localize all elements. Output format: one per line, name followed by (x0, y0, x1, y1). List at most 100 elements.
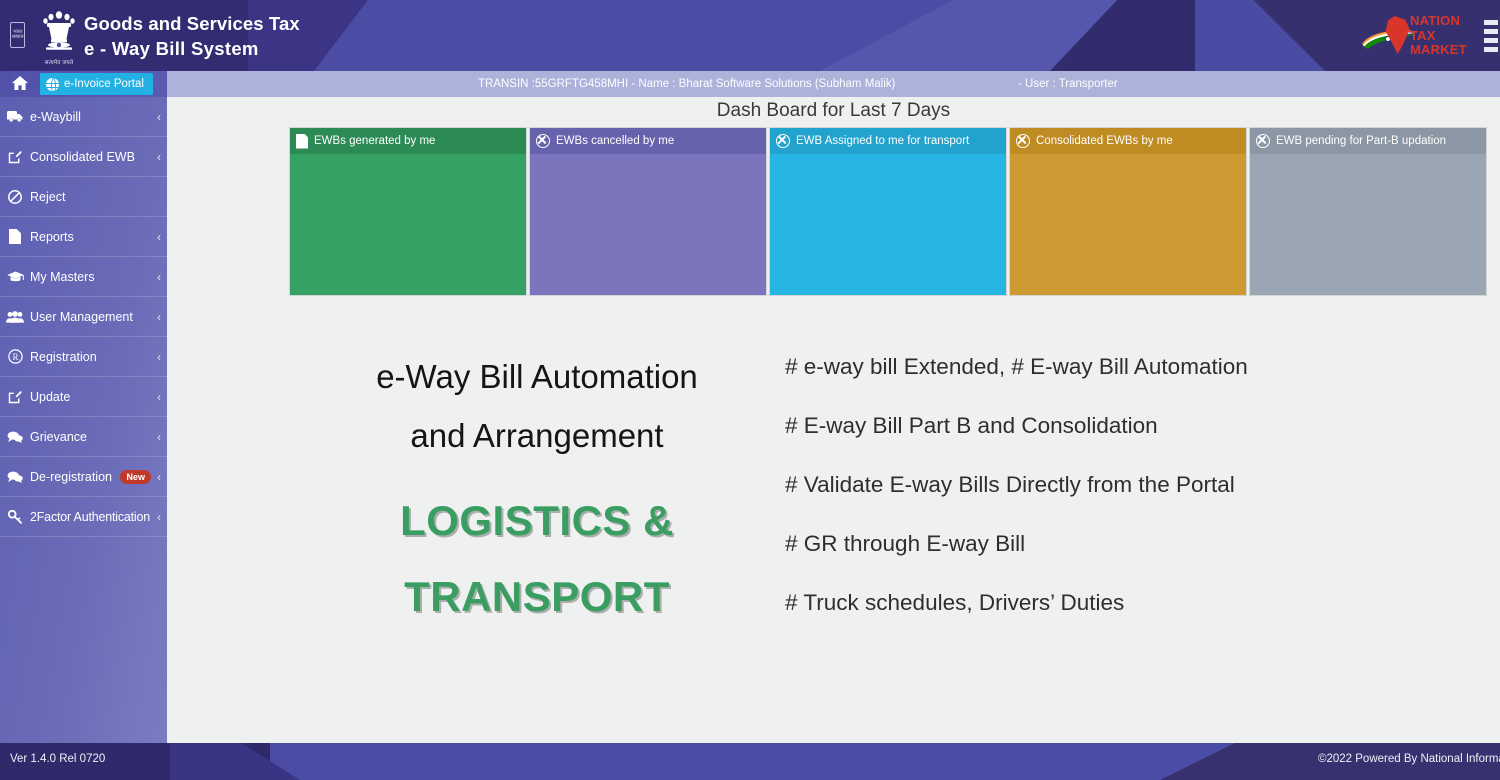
circle-x-icon (1016, 134, 1030, 148)
dashboard-card-consolidated-ewbs[interactable]: Consolidated EWBs by me (1009, 127, 1247, 296)
card-header: EWBs cancelled by me (530, 128, 766, 154)
nation-tax-market-logo: NATION TAX MARKET (1360, 11, 1478, 59)
sidebar-item-my-masters[interactable]: My Masters ‹ (0, 257, 167, 297)
dashboard-cards: EWBs generated by me EWBs cancelled by m… (289, 127, 1487, 296)
sidebar-item-label: De-registration (30, 469, 112, 484)
promo-headline: e-Way Bill Automation and Arrangement LO… (327, 347, 747, 635)
list-item: # GR through E-way Bill (785, 531, 1026, 556)
chevron-left-icon: ‹ (157, 109, 161, 124)
app-header: भारत सरकार सत्यमेव जयते Goods and Servic… (0, 0, 1500, 71)
list-icon[interactable] (1484, 20, 1498, 52)
document-icon (0, 229, 30, 244)
sidebar-item-label: My Masters (30, 269, 95, 284)
card-label: EWBs cancelled by me (556, 135, 675, 147)
logo-line-2: TAX (1410, 27, 1436, 43)
sidebar-item-grievance[interactable]: Grievance ‹ (0, 417, 167, 457)
einvoice-portal-label: e-Invoice Portal (64, 78, 144, 90)
sidebar-item-update[interactable]: Update ‹ (0, 377, 167, 417)
chevron-left-icon: ‹ (157, 389, 161, 404)
card-label: EWB pending for Part-B updation (1276, 135, 1447, 147)
page-title: Goods and Services Tax e - Way Bill Syst… (84, 11, 300, 61)
list-item: # Validate E-way Bills Directly from the… (785, 472, 1235, 497)
key-icon (0, 509, 30, 524)
promo-feature-list: # e-way bill Extended, # E-way Bill Auto… (785, 354, 1485, 649)
registered-icon: R (0, 349, 30, 364)
transin-name-label: - Name : (628, 78, 679, 90)
sidebar-item-ewaybill[interactable]: e-Waybill ‹ (0, 97, 167, 137)
dashboard-card-ewb-pending-partb[interactable]: EWB pending for Part-B updation (1249, 127, 1487, 296)
chevron-left-icon: ‹ (157, 309, 161, 324)
tiny-emblem-text: भारत सरकार (11, 28, 24, 40)
transin-details: TRANSIN :55GRFTG458MHI - Name : Bharat S… (478, 71, 895, 97)
card-header: EWBs generated by me (290, 128, 526, 154)
sidebar-item-reject[interactable]: Reject (0, 177, 167, 217)
einvoice-portal-button[interactable]: e-Invoice Portal (40, 73, 153, 95)
chevron-left-icon: ‹ (157, 509, 161, 524)
edit-square-icon (0, 390, 30, 404)
ban-icon (0, 189, 30, 204)
sidebar-item-label: Reject (30, 189, 66, 204)
sidebar-item-de-registration[interactable]: De-registration New ‹ (0, 457, 167, 497)
chevron-left-icon: ‹ (157, 349, 161, 364)
main-content: Dash Board for Last 7 Days EWBs generate… (167, 97, 1500, 743)
status-badge: New (120, 469, 151, 484)
promo-subhead-line-1: LOGISTICS & (400, 497, 674, 544)
card-body (1250, 154, 1486, 295)
card-label: EWBs generated by me (314, 135, 436, 147)
sidebar-item-registration[interactable]: R Registration ‹ (0, 337, 167, 377)
sidebar-item-label: e-Waybill (30, 109, 81, 124)
graduation-cap-icon (0, 271, 30, 283)
footer-shape (170, 743, 300, 780)
logo-line-3: MARKET (1410, 42, 1467, 57)
government-of-india-icon: भारत सरकार (10, 22, 25, 48)
copyright-label: ©2022 Powered By National Informatics Ce… (1318, 753, 1500, 765)
card-body (290, 154, 526, 295)
transin-name-value: Bharat Software Solutions (Subham Malik) (678, 78, 896, 90)
svg-text:R: R (12, 352, 18, 362)
logo-text: NATION TAX MARKET (1410, 13, 1467, 58)
ashoka-emblem-icon: सत्यमेव जयते (38, 6, 80, 66)
sidebar-top-bar: e-Invoice Portal (0, 71, 167, 97)
card-header: EWB Assigned to me for transport (770, 128, 1006, 154)
circle-x-icon (536, 134, 550, 148)
card-body (1010, 154, 1246, 295)
truck-icon (0, 111, 30, 122)
title-line-1: Goods and Services Tax (84, 13, 300, 34)
circle-x-icon (1256, 134, 1270, 148)
sidebar-item-consolidated-ewb[interactable]: Consolidated EWB ‹ (0, 137, 167, 177)
chevron-left-icon: ‹ (157, 149, 161, 164)
sidebar-item-reports[interactable]: Reports ‹ (0, 217, 167, 257)
dashboard-card-ewbs-generated[interactable]: EWBs generated by me (289, 127, 527, 296)
sidebar-item-label: Consolidated EWB (30, 149, 135, 164)
card-body (770, 154, 1006, 295)
logo-line-1: NATION (1410, 13, 1461, 28)
card-label: EWB Assigned to me for transport (796, 135, 970, 147)
list-item: # Truck schedules, Drivers’ Duties (785, 590, 1125, 615)
promo-headline-line-1: e-Way Bill Automation (376, 358, 698, 395)
document-icon (296, 133, 308, 149)
sidebar-item-2factor-authentication[interactable]: 2Factor Authentication ‹ (0, 497, 167, 537)
comments-icon (0, 471, 30, 483)
chevron-left-icon: ‹ (157, 469, 161, 484)
app-footer: Ver 1.4.0 Rel 0720 ©2022 Powered By Nati… (0, 743, 1500, 780)
card-header: EWB pending for Part-B updation (1250, 128, 1486, 154)
chevron-left-icon: ‹ (157, 429, 161, 444)
sidebar-item-user-management[interactable]: User Management ‹ (0, 297, 167, 337)
card-label: Consolidated EWBs by me (1036, 135, 1173, 147)
sidebar-item-label: Grievance (30, 429, 87, 444)
transin-user: - User : Transporter (1018, 71, 1118, 97)
sidebar: e-Invoice Portal e-Waybill ‹ Consolidate… (0, 71, 167, 743)
dashboard-title: Dash Board for Last 7 Days (716, 100, 951, 121)
users-icon (0, 310, 30, 323)
chevron-left-icon: ‹ (157, 229, 161, 244)
dashboard-card-ewbs-cancelled[interactable]: EWBs cancelled by me (529, 127, 767, 296)
sidebar-item-label: 2Factor Authentication (30, 509, 150, 524)
card-body (530, 154, 766, 295)
promo-banner: e-Way Bill Automation and Arrangement LO… (167, 312, 1500, 742)
dashboard-card-ewb-assigned[interactable]: EWB Assigned to me for transport (769, 127, 1007, 296)
circle-x-icon (776, 134, 790, 148)
globe-icon (46, 77, 59, 93)
emblem-caption: सत्यमेव जयते (44, 60, 74, 66)
edit-square-icon (0, 150, 30, 164)
home-icon[interactable] (0, 75, 40, 93)
